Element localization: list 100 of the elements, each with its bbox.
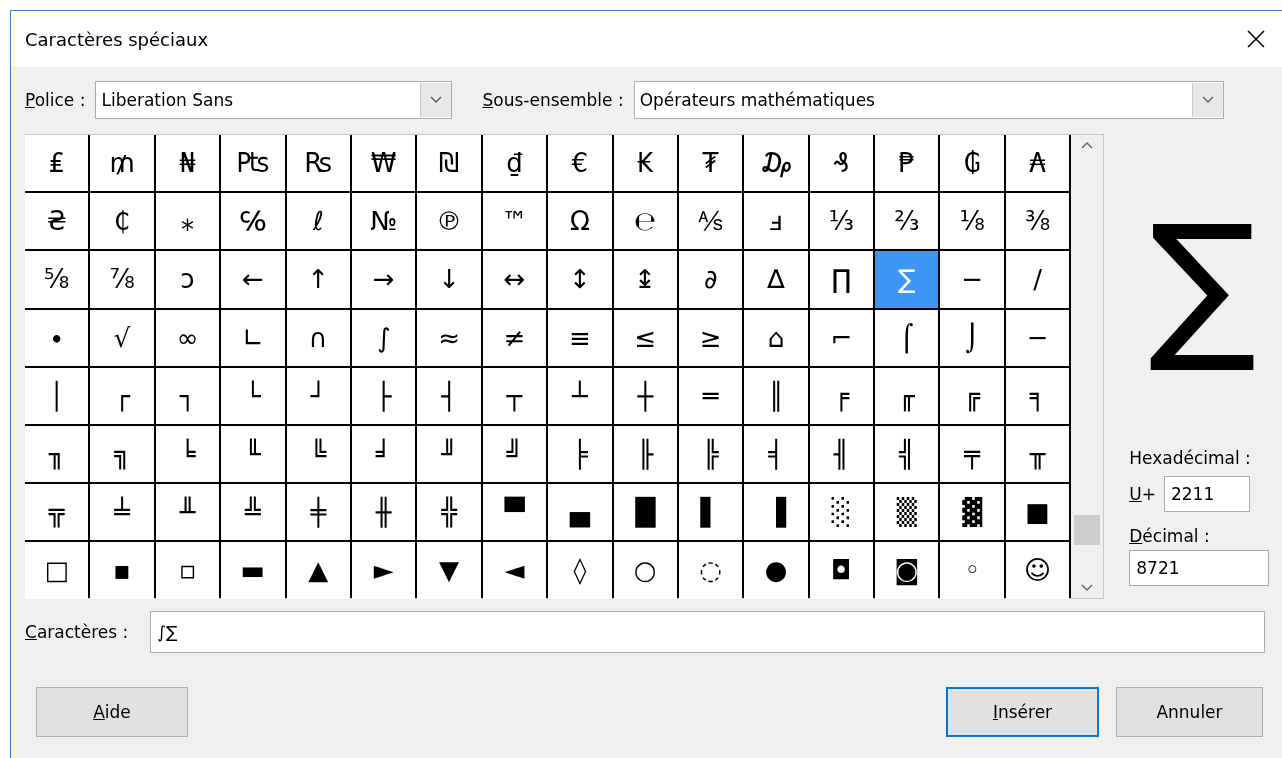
character-cell[interactable]: ╨ — [155, 484, 220, 541]
character-cell[interactable]: ╧ — [90, 484, 154, 541]
character-cell[interactable]: ╓ — [875, 367, 939, 424]
characters-field[interactable]: ∫∑ — [150, 611, 1266, 653]
character-cell[interactable]: ╣ — [875, 425, 939, 483]
character-cell[interactable]: ○ — [613, 542, 677, 599]
character-cell[interactable]: ◌ — [678, 542, 743, 599]
character-cell[interactable]: ∙ — [25, 309, 89, 366]
character-cell[interactable]: ₪ — [417, 135, 481, 192]
character-cell[interactable]: ⅎ — [744, 193, 808, 250]
character-cell[interactable]: → — [351, 251, 416, 308]
character-cell[interactable]: ╦ — [25, 484, 89, 541]
character-cell[interactable]: ₤ — [25, 135, 89, 192]
character-cell[interactable]: ╪ — [286, 484, 350, 541]
character-cell[interactable]: ╚ — [286, 425, 350, 483]
character-cell[interactable]: ● — [744, 542, 808, 599]
character-cell[interactable]: ╢ — [809, 425, 874, 483]
character-cell[interactable]: ™ — [482, 193, 547, 250]
character-cell[interactable]: ∂ — [678, 251, 743, 308]
character-cell[interactable]: ≥ — [678, 309, 743, 366]
character-cell[interactable]: ░ — [809, 484, 874, 541]
character-cell[interactable]: ┬ — [482, 367, 547, 424]
character-cell[interactable]: ─ — [1005, 309, 1070, 366]
character-cell[interactable]: ⌠ — [875, 309, 939, 366]
character-cell[interactable]: ▄ — [548, 484, 612, 541]
character-cell[interactable]: ₵ — [90, 193, 154, 250]
character-cell[interactable]: ₥ — [90, 135, 154, 192]
character-cell[interactable]: ╕ — [1005, 367, 1070, 424]
character-cell[interactable]: ₨ — [286, 135, 350, 192]
character-cell[interactable]: ℅ — [221, 193, 285, 250]
character-cell[interactable]: ═ — [678, 367, 743, 424]
character-cell[interactable]: ⅛ — [940, 193, 1004, 250]
character-cell[interactable]: ⌡ — [940, 309, 1004, 366]
hex-field[interactable]: 2211 — [1163, 476, 1250, 512]
character-cell[interactable]: ◦ — [940, 542, 1004, 599]
character-cell[interactable]: √ — [90, 309, 154, 366]
font-dropdown[interactable]: Liberation Sans — [95, 81, 453, 119]
character-cell[interactable]: ₩ — [351, 135, 416, 192]
character-cell[interactable]: ∟ — [221, 309, 285, 366]
character-cell[interactable]: ╔ — [940, 367, 1004, 424]
character-cell[interactable]: ⅔ — [875, 193, 939, 250]
character-cell[interactable]: ⅜ — [1005, 193, 1070, 250]
character-cell[interactable]: ┘ — [286, 367, 350, 424]
character-cell[interactable]: ╥ — [1005, 425, 1070, 483]
character-cell[interactable]: ╗ — [90, 425, 154, 483]
character-cell[interactable]: − — [940, 251, 1004, 308]
character-cell[interactable]: ╤ — [940, 425, 1004, 483]
character-cell[interactable]: ┴ — [548, 367, 612, 424]
character-cell[interactable]: ⌂ — [744, 309, 808, 366]
character-cell[interactable]: ↕ — [548, 251, 612, 308]
scrollbar[interactable] — [1071, 135, 1104, 598]
character-cell[interactable]: ╛ — [351, 425, 416, 483]
character-cell[interactable]: ₭ — [613, 135, 677, 192]
character-cell[interactable]: ╬ — [417, 484, 481, 541]
character-cell[interactable]: ↑ — [286, 251, 350, 308]
character-cell[interactable]: ∕ — [1005, 251, 1070, 308]
character-cell[interactable]: ║ — [744, 367, 808, 424]
character-cell[interactable]: ╜ — [417, 425, 481, 483]
character-cell[interactable]: ∫ — [351, 309, 416, 366]
character-cell[interactable]: ◊ — [548, 542, 612, 599]
subset-dropdown[interactable]: Opérateurs mathématiques — [633, 81, 1224, 119]
character-cell[interactable]: ↓ — [417, 251, 481, 308]
character-cell[interactable]: ⅓ — [809, 193, 874, 250]
character-cell[interactable]: ⅝ — [25, 251, 89, 308]
scroll-thumb[interactable] — [1074, 515, 1101, 545]
character-cell[interactable]: ▫ — [155, 542, 220, 599]
character-cell[interactable]: ↔ — [482, 251, 547, 308]
character-cell[interactable]: ▐ — [744, 484, 808, 541]
dialog-button[interactable]: Annuler — [1116, 687, 1263, 737]
character-cell[interactable]: № — [351, 193, 416, 250]
character-cell[interactable]: ℮ — [613, 193, 677, 250]
character-cell[interactable]: ╡ — [744, 425, 808, 483]
character-cell[interactable]: € — [548, 135, 612, 192]
character-cell[interactable]: ▓ — [940, 484, 1004, 541]
character-cell[interactable]: ┌ — [90, 367, 154, 424]
character-cell[interactable]: ⅞ — [90, 251, 154, 308]
character-cell[interactable]: ← — [221, 251, 285, 308]
character-cell[interactable]: ▬ — [221, 542, 285, 599]
character-cell[interactable]: ₲ — [940, 135, 1004, 192]
character-cell[interactable]: └ — [221, 367, 285, 424]
character-cell[interactable]: ▪ — [90, 542, 154, 599]
character-cell[interactable]: ▀ — [482, 484, 547, 541]
character-cell[interactable]: ₰ — [809, 135, 874, 192]
dialog-button[interactable]: Insérer — [946, 687, 1099, 737]
character-cell[interactable]: ► — [351, 542, 416, 599]
character-cell[interactable]: ╠ — [678, 425, 743, 483]
character-cell[interactable]: ◙ — [875, 542, 939, 599]
character-cell[interactable]: ≈ — [417, 309, 481, 366]
character-cell[interactable]: ≤ — [613, 309, 677, 366]
character-cell[interactable]: ╟ — [613, 425, 677, 483]
character-cell[interactable]: ▼ — [417, 542, 481, 599]
character-cell[interactable]: ℗ — [417, 193, 481, 250]
character-cell[interactable]: □ — [25, 542, 89, 599]
character-cell[interactable]: ↄ — [155, 251, 220, 308]
character-cell[interactable]: ₦ — [155, 135, 220, 192]
character-cell[interactable]: ┤ — [417, 367, 481, 424]
character-cell[interactable]: ▒ — [875, 484, 939, 541]
dialog-button[interactable]: Aide — [36, 687, 188, 737]
character-cell[interactable]: ₮ — [678, 135, 743, 192]
character-cell[interactable]: ℓ — [286, 193, 350, 250]
